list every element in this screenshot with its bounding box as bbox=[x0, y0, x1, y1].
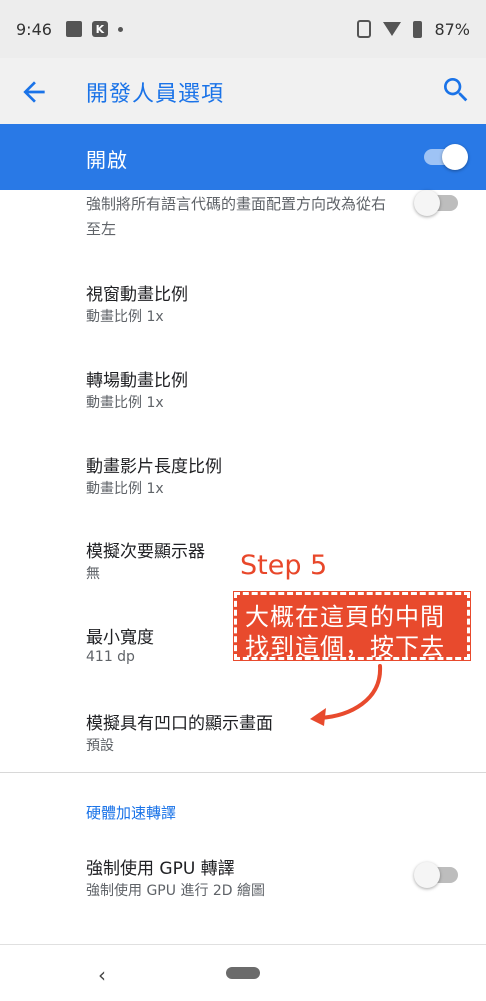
status-bar: 9:46 K 87% bbox=[0, 0, 486, 58]
pref-title: 模擬次要顯示器 bbox=[86, 542, 205, 562]
arrow-back-icon[interactable] bbox=[18, 76, 50, 108]
battery-icon bbox=[413, 20, 423, 38]
pref-title: 動畫影片長度比例 bbox=[86, 457, 222, 477]
pref-summary: 強制使用 GPU 進行 2D 繪圖 bbox=[86, 883, 266, 899]
battery-percent: 87% bbox=[434, 19, 470, 39]
pref-title: 最小寬度 bbox=[86, 628, 154, 648]
step-label: Step 5 bbox=[240, 550, 328, 581]
home-pill-icon[interactable] bbox=[226, 967, 260, 979]
section-divider bbox=[0, 772, 486, 773]
search-icon[interactable] bbox=[440, 74, 472, 106]
toggle-knob bbox=[414, 862, 440, 888]
section-header: 硬體加速轉譯 bbox=[86, 804, 177, 822]
k-app-icon: K bbox=[91, 21, 108, 37]
status-icons-right: 87% bbox=[357, 0, 470, 58]
wifi-icon bbox=[383, 22, 402, 36]
rtl-summary: 強制將所有語言代碼的畫面配置方向改為從右至左 bbox=[86, 195, 387, 238]
pref-summary: 動畫比例 1x bbox=[86, 395, 164, 411]
image-icon bbox=[65, 21, 82, 37]
status-icons-left: K bbox=[65, 21, 123, 37]
master-toggle[interactable] bbox=[424, 144, 468, 170]
pref-title: 模擬具有凹口的顯示畫面 bbox=[86, 714, 273, 734]
annotation-callout: 大概在這頁的中間 找到這個，按下去 bbox=[233, 591, 471, 661]
app-bar: 開發人員選項 bbox=[0, 58, 486, 124]
annotation-arrow-icon bbox=[310, 664, 383, 726]
pref-summary: 動畫比例 1x bbox=[86, 309, 164, 325]
pref-summary: 預設 bbox=[86, 738, 114, 754]
pref-summary: 無 bbox=[86, 566, 100, 582]
pref-summary: 動畫比例 1x bbox=[86, 481, 164, 497]
nav-bar: ‹ bbox=[0, 944, 486, 1001]
master-switch-label: 開啟 bbox=[86, 148, 128, 172]
nav-back-icon[interactable]: ‹ bbox=[98, 963, 106, 987]
dot-icon bbox=[117, 26, 123, 32]
callout-line-2: 找到這個，按下去 bbox=[245, 633, 445, 661]
vibrate-icon bbox=[357, 20, 372, 38]
pref-title: 轉場動畫比例 bbox=[86, 371, 188, 391]
pref-title: 視窗動畫比例 bbox=[86, 285, 188, 305]
pref-title: 強制使用 GPU 轉譯 bbox=[86, 859, 235, 879]
toggle-knob bbox=[414, 190, 440, 216]
page-title: 開發人員選項 bbox=[86, 82, 225, 107]
status-time: 9:46 bbox=[16, 19, 52, 39]
pref-summary: 411 dp bbox=[86, 649, 135, 665]
toggle-knob bbox=[442, 144, 468, 170]
rtl-toggle[interactable] bbox=[414, 190, 458, 216]
master-switch-bar[interactable]: 開啟 bbox=[0, 124, 486, 190]
gpu-toggle[interactable] bbox=[414, 862, 458, 888]
